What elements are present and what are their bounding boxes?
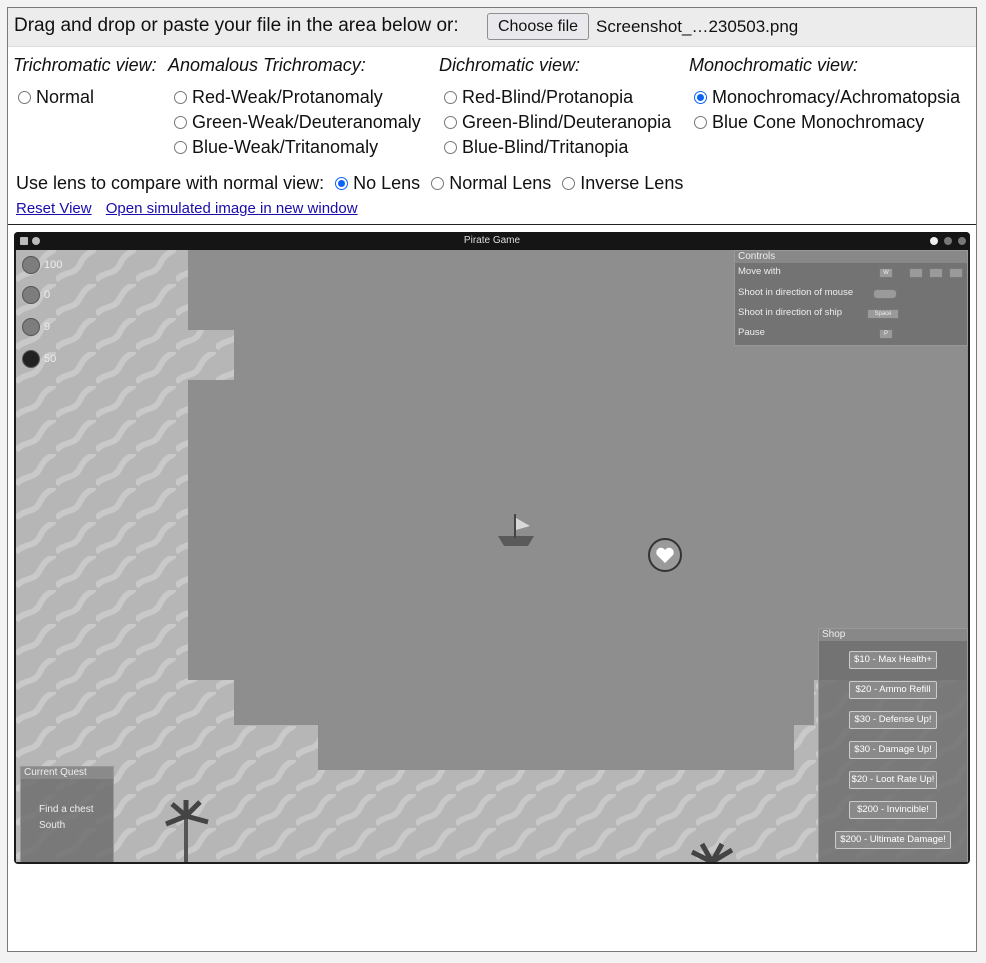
coin-icon [22,318,40,336]
game-titlebar: Pirate Game [14,232,970,250]
option-tritanopia[interactable]: Blue-Blind/Tritanopia [444,137,628,158]
game-world[interactable]: 100 0 9 50 Controls Move with Shoot in d… [16,250,968,862]
open-new-window-link[interactable]: Open simulated image in new window [106,200,358,217]
close-icon [958,237,966,245]
option-deuteranomaly[interactable]: Green-Weak/Deuteranomaly [174,112,421,133]
option-achromatopsia[interactable]: Monochromacy/Achromatopsia [694,87,960,108]
radio-icon[interactable] [174,91,187,104]
shop-max-health-button[interactable]: $10 - Max Health+ [849,651,937,669]
shield-icon [22,286,40,304]
hud-stat: 0 [22,286,50,304]
palm-tree-icon [165,800,209,862]
radio-icon[interactable] [431,177,445,190]
quest-line-2: South [39,820,66,831]
deep-water [234,680,814,725]
upload-bar[interactable]: Drag and drop or paste your file in the … [8,8,976,47]
key-p: P [879,329,893,339]
lens-option-none[interactable]: No Lens [335,173,420,193]
option-protanomaly[interactable]: Red-Weak/Protanomaly [174,87,383,108]
hud-health: 100 [22,256,62,274]
heart-icon [22,256,40,274]
shop-ultimate-damage-button[interactable]: $200 - Ultimate Damage! [835,831,951,849]
deep-water [318,725,794,770]
quest-line-1: Find a chest [39,804,94,815]
option-blue-cone-monochromacy[interactable]: Blue Cone Monochromacy [694,112,924,133]
radio-icon[interactable] [562,177,576,190]
minimize-icon [930,237,938,245]
radio-icon[interactable] [18,91,31,104]
divider [8,224,976,225]
lens-option-normal[interactable]: Normal Lens [431,173,551,193]
heart-pickup-icon [648,538,682,572]
option-protanopia[interactable]: Red-Blind/Protanopia [444,87,633,108]
game-window-title: Pirate Game [463,235,521,246]
key-w: W [879,268,893,278]
reset-view-link[interactable]: Reset View [16,200,92,217]
shop-ammo-refill-button[interactable]: $20 - Ammo Refill [849,681,937,699]
heading-monochromatic: Monochromatic view: [689,55,859,75]
shop-loot-rate-button[interactable]: $20 - Loot Rate Up! [849,771,937,789]
heading-trichromatic: Trichromatic view: [13,55,157,75]
option-normal[interactable]: Normal [18,87,94,108]
option-tritanomaly[interactable]: Blue-Weak/Tritanomaly [174,137,378,158]
mouse-icon [873,289,897,299]
lens-label: Use lens to compare with normal view: [16,173,325,193]
upload-prompt: Drag and drop or paste your file in the … [14,15,459,36]
simulator-page: Drag and drop or paste your file in the … [7,7,977,952]
ship-icon [498,514,534,546]
lens-option-inverse[interactable]: Inverse Lens [562,173,683,193]
shop-defense-up-button[interactable]: $30 - Defense Up! [849,711,937,729]
choose-file-button[interactable]: Choose file [487,13,589,40]
heading-dichromatic: Dichromatic view: [439,55,581,75]
shop-damage-up-button[interactable]: $30 - Damage Up! [849,741,937,759]
radio-icon[interactable] [444,116,457,129]
radio-selected-icon[interactable] [335,177,349,190]
key-space: Space [867,309,899,319]
shop-title: Shop [819,629,967,641]
key-icon [909,268,923,278]
cannonball-icon [22,350,40,368]
palm-tree-icon [690,842,734,862]
shop-invincible-button[interactable]: $200 - Invincible! [849,801,937,819]
simulated-image[interactable]: Pirate Game 100 0 9 50 Controls Move wit… [14,232,970,864]
radio-icon[interactable] [174,141,187,154]
hud-stat: 9 [22,318,50,336]
heading-anomalous: Anomalous Trichromacy: [168,55,366,75]
control-shoot-ship: Shoot in direction of ship [738,307,843,318]
lens-selector: Use lens to compare with normal view: No… [16,173,683,194]
option-deuteranopia[interactable]: Green-Blind/Deuteranopia [444,112,671,133]
key-icon [949,268,963,278]
control-move: Move with [738,266,781,277]
radio-selected-icon[interactable] [694,91,707,104]
hud-ammo: 50 [22,350,56,368]
radio-icon[interactable] [444,91,457,104]
shop-panel: Shop $10 - Max Health+ $20 - Ammo Refill… [818,628,968,862]
action-links: Reset View Open simulated image in new w… [16,200,368,217]
maximize-icon [944,237,952,245]
controls-title: Controls [735,251,967,263]
selected-file-name: Screenshot_…230503.png [596,17,799,36]
control-pause: Pause [738,327,765,338]
key-icon [929,268,943,278]
radio-icon[interactable] [694,116,707,129]
quest-title: Current Quest [21,767,113,779]
quest-panel: Current Quest Find a chest South [20,766,114,862]
radio-icon[interactable] [174,116,187,129]
controls-panel: Controls Move with Shoot in direction of… [734,250,968,346]
control-shoot-mouse: Shoot in direction of mouse [738,287,854,298]
radio-icon[interactable] [444,141,457,154]
